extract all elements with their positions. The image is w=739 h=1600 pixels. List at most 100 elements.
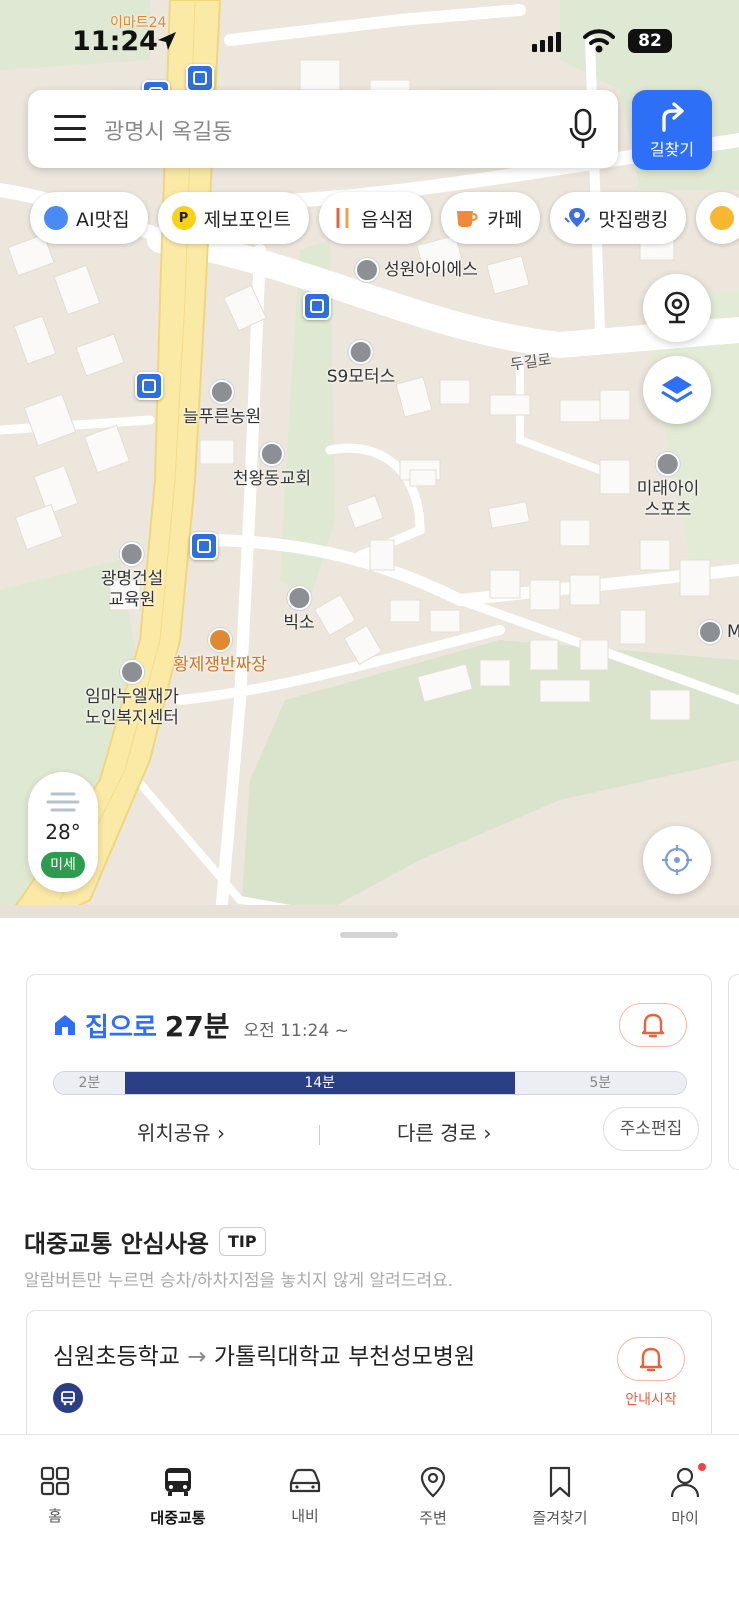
alarm-button[interactable] [619,1003,687,1047]
destination-label: 집으로 [85,1013,157,1043]
place-name-line-1: 광명건설 [100,569,164,589]
bus-stop-icon[interactable] [303,292,331,320]
coffee-icon [457,211,479,227]
weather-widget[interactable]: 28° 미세 [28,772,98,892]
place-hwangje[interactable]: 황제쟁반짜장 [173,628,267,676]
temperature: 28° [45,820,81,844]
layers-icon [661,376,693,403]
commute-header: 집으로 27분 오전 11:24 ~ [53,1005,349,1045]
search-bar[interactable]: 광명시 옥길동 [28,90,618,168]
current-location-button[interactable] [643,826,711,894]
place-s9motors[interactable]: S9모터스 [327,340,395,388]
tab-nearby[interactable]: 주변 [378,1465,488,1528]
chip-restaurant[interactable]: 음식점 [318,192,432,244]
tip-button[interactable]: TIP [219,1227,266,1256]
building-icon [120,542,144,566]
car-icon [289,1468,321,1493]
place-bikso[interactable]: 빅소 [283,586,315,634]
commute-actions: 위치공유 › 다른 경로 › 주소편집 [53,1105,699,1155]
place-immanuel[interactable]: 임마누엘재가 노인복지센터 [85,660,179,729]
place-neulpureun[interactable]: 늘푸른농원 [183,380,261,428]
share-location-link[interactable]: 위치공유 › [137,1117,225,1146]
duration-label: 27분 [164,1010,230,1043]
grid-icon [40,1466,70,1496]
next-card-peek[interactable] [728,974,739,1170]
bottom-sheet: 집으로 27분 오전 11:24 ~ 2분 14분 5분 위치공유 › 다른 경… [0,918,739,1450]
place-ms-korea[interactable]: M&S코리 [698,620,739,644]
edit-address-button[interactable]: 주소편집 [603,1107,699,1151]
building-icon [355,258,379,282]
cellular-signal-icon [532,32,561,52]
bus-icon [165,1468,191,1496]
building-icon [656,452,680,476]
tab-navigation[interactable]: 내비 [250,1465,360,1526]
divider [319,1125,320,1145]
start-guide-button[interactable] [617,1337,685,1381]
sheet-drag-handle[interactable] [340,932,398,938]
crosshair-icon [662,845,692,875]
transit-segment: 14분 [124,1072,515,1094]
place-name-line-2: 노인복지센터 [85,708,179,728]
chip-report-point[interactable]: P 제보포인트 [157,192,309,244]
bus-stop-icon[interactable] [135,372,163,400]
layers-button[interactable] [643,356,711,424]
bus-stop-icon[interactable] [190,532,218,560]
building-icon [698,620,722,644]
ranking-pin-icon [564,208,591,227]
status-bar: 11:24 82 [0,22,739,62]
walk-segment: 2분 [54,1072,125,1094]
cctv-icon [664,291,690,324]
chip-ai-restaurant[interactable]: AI맛집 [30,192,148,244]
fork-knife-icon [208,628,232,652]
fork-knife-icon [336,208,349,228]
place-gwangmyeong-edu[interactable]: 광명건설 교육원 [100,542,164,611]
place-seongwon[interactable]: 성원아이에스 [355,258,478,282]
bus-icon [53,1383,83,1413]
arrow-right-icon: → [187,1344,207,1370]
home-icon [55,1015,75,1035]
tab-my[interactable]: 마이 [630,1463,739,1528]
other-route-link[interactable]: 다른 경로 › [397,1117,491,1146]
directions-button[interactable]: 길찾기 [632,90,712,170]
ai-compass-icon [44,206,68,230]
status-time: 11:24 [72,26,158,57]
bell-icon [639,1347,663,1372]
tab-transit[interactable]: 대중교통 [123,1465,233,1528]
bus-stop-icon[interactable] [186,64,214,92]
route-name: 심원초등학교 → 가톨릭대학교 부천성모병원 [53,1344,476,1370]
directions-label: 길찾기 [649,140,695,159]
chip-cafe[interactable]: 카페 [441,192,541,244]
chip-more[interactable] [696,192,739,244]
tab-home[interactable]: 홈 [0,1465,110,1526]
place-church[interactable]: 천왕동교회 [233,442,311,490]
place-name-line-1: 임마누엘재가 [85,687,179,707]
cctv-button[interactable] [643,274,711,342]
hamburger-menu-icon[interactable] [54,115,86,141]
more-category-icon [710,206,735,230]
building-icon [209,380,234,404]
commute-home-card[interactable]: 집으로 27분 오전 11:24 ~ 2분 14분 5분 위치공유 › 다른 경… [26,974,712,1170]
place-mirae-sports[interactable]: 미래아이 스포츠 [636,452,700,521]
chevron-right-icon: › [216,1121,225,1145]
place-name-line-2: 스포츠 [644,500,692,520]
chevron-right-icon: › [483,1121,492,1145]
haze-icon [46,792,80,812]
turn-arrow-icon [662,102,684,132]
saved-route-card[interactable]: 심원초등학교 → 가톨릭대학교 부천성모병원 안내시작 [26,1310,712,1450]
notification-dot [698,1463,706,1471]
place-name-line-1: 미래아이 [636,479,700,499]
bell-icon [641,1013,665,1038]
walk-segment: 5분 [514,1072,686,1094]
place-name-line-2: 교육원 [108,590,156,610]
chip-ranking[interactable]: 맛집랭킹 [550,192,687,244]
person-icon [670,1467,700,1498]
tab-favorites[interactable]: 즐겨찾기 [505,1465,615,1528]
search-input[interactable]: 광명시 옥길동 [104,114,232,146]
wifi-icon [583,29,615,53]
microphone-icon[interactable] [568,108,598,150]
fine-dust-badge: 미세 [41,852,85,878]
route-timeline: 2분 14분 5분 [53,1071,687,1095]
map-view[interactable]: 두길로 이마트24 성원아이에스 S9모터스 늘푸른농원 천왕동교회 미래아이 … [0,0,739,925]
section-description: 알람버튼만 누르면 승차/하차지점을 놓치지 않게 알려드려요. [24,1271,454,1291]
p-point-icon: P [171,206,196,230]
